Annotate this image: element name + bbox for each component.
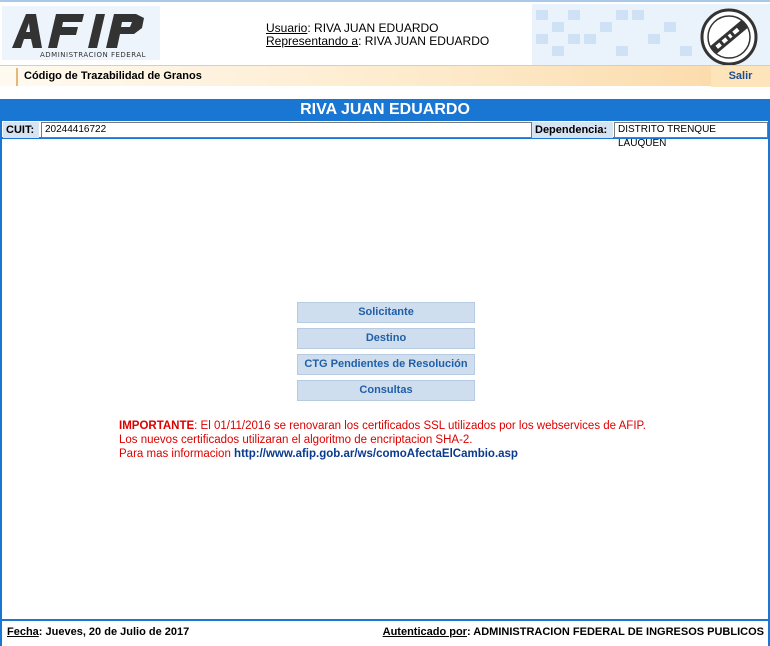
notice-more-info: Para mas informacion xyxy=(119,448,235,460)
salir-button[interactable]: Salir xyxy=(711,66,770,87)
representando-value: RIVA JUAN EDUARDO xyxy=(364,34,490,48)
app-bar: Código de Trazabilidad de Granos Salir xyxy=(0,65,770,87)
logo-subtitle: ADMINISTRACION FEDERAL xyxy=(40,51,147,59)
page-footer: Fecha: Jueves, 20 de Julio de 2017 Auten… xyxy=(2,619,768,644)
app-bar-accent xyxy=(16,68,18,86)
afip-logo-icon xyxy=(12,14,144,48)
notice-link[interactable]: http://www.afip.gob.ar/ws/comoAfectaElCa… xyxy=(234,448,518,460)
afip-logo: ADMINISTRACION FEDERAL xyxy=(2,6,160,60)
taxpayer-name: RIVA JUAN EDUARDO xyxy=(2,99,768,121)
fecha-value: : Jueves, 20 de Julio de 2017 xyxy=(38,626,190,638)
autenticado: Autenticado por: ADMINISTRACION FEDERAL … xyxy=(383,626,764,638)
taxpayer-id-row: CUIT: 20244416722 Dependencia: DISTRITO … xyxy=(2,121,768,149)
usuario-label: Usuario xyxy=(266,21,308,35)
notice-importante: IMPORTANTE xyxy=(119,420,195,432)
user-info: Usuario: RIVA JUAN EDUARDO Representando… xyxy=(266,22,489,48)
usuario-value: RIVA JUAN EDUARDO xyxy=(314,21,439,35)
cuit-label: CUIT: xyxy=(3,122,39,138)
destino-button[interactable]: Destino xyxy=(297,328,475,349)
representando-label: Representando a xyxy=(266,34,359,48)
fecha-label: Fecha xyxy=(7,626,39,638)
ctg-pendientes-button[interactable]: CTG Pendientes de Resolución xyxy=(297,354,475,375)
autenticado-label: Autenticado por xyxy=(382,626,467,638)
solicitante-button[interactable]: Solicitante xyxy=(297,302,475,323)
autenticado-value: : ADMINISTRACION FEDERAL DE INGRESOS PUB… xyxy=(466,626,764,638)
app-title: Código de Trazabilidad de Granos xyxy=(24,70,202,82)
representando-line: Representando a: RIVA JUAN EDUARDO xyxy=(266,34,490,48)
cuit-value: 20244416722 xyxy=(41,122,532,138)
ssl-notice: IMPORTANTE: El 01/11/2016 se renovaran l… xyxy=(119,419,659,461)
notice-text: : El 01/11/2016 se renovaran los certifi… xyxy=(119,420,646,446)
dependencia-label: Dependencia: xyxy=(532,122,613,138)
afip-seal-icon xyxy=(700,8,758,66)
dependencia-value: DISTRITO TRENQUE LAUQUEN xyxy=(614,122,768,149)
fecha: Fecha: Jueves, 20 de Julio de 2017 xyxy=(7,626,189,638)
consultas-button[interactable]: Consultas xyxy=(297,380,475,401)
page-header: ADMINISTRACION FEDERAL Usuario: RIVA JUA… xyxy=(0,0,770,66)
